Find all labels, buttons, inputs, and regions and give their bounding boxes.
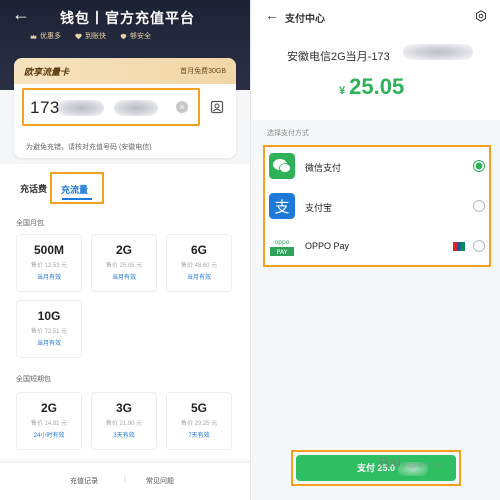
package-validity: 当月有效 (36, 275, 61, 281)
blurred-digits (114, 100, 158, 116)
order-description: 安徽电信2G当月-173 (287, 51, 390, 63)
alipay-icon: 支 (269, 193, 295, 219)
package-card[interactable]: 2G 售价 14.81 元 24小时有效 (16, 392, 82, 450)
wechat-pay-icon (269, 153, 295, 179)
payment-amount: ¥25.05 (339, 74, 404, 100)
package-price: 售价 25.05 元 (105, 263, 143, 269)
section-title: 全国短期包 (16, 376, 51, 383)
payment-option-alipay[interactable]: 支 支付宝 (265, 187, 489, 227)
phone-number: 173 (30, 98, 60, 117)
svg-text:PAY: PAY (277, 249, 288, 256)
package-size: 2G (115, 243, 132, 257)
page-title: 钱包丨官方充值平台 (60, 10, 195, 26)
back-arrow-icon[interactable]: ← (12, 4, 30, 25)
payment-page: ← 支付中心 安徽电信2G当月-173 ¥25.05 选择支付方式 微信支付 支… (250, 0, 500, 500)
settings-icon[interactable] (475, 10, 487, 22)
radio-selected[interactable] (473, 160, 485, 172)
phone-input[interactable]: 173 × (22, 88, 200, 126)
package-validity: 7天有效 (188, 433, 210, 439)
badge-safe: 够安全 (120, 31, 151, 41)
watermark-brand: Bai (379, 454, 401, 470)
package-card[interactable]: 6G 售价 48.60 元 当月有效 (166, 234, 232, 292)
package-size: 500M (33, 243, 65, 257)
payment-header: ← 支付中心 安徽电信2G当月-173 ¥25.05 (251, 0, 500, 120)
package-validity: 当月有效 (186, 275, 211, 281)
payment-option-name: OPPO Pay (305, 241, 350, 251)
footer-bar: 充值记录 | 常见问题 (0, 462, 250, 500)
heart-icon (75, 33, 82, 39)
package-price: 售价 12.53 元 (30, 263, 68, 269)
currency-symbol: ¥ (339, 85, 346, 97)
package-size: 3G (115, 401, 132, 415)
phone-card: 欧享流量卡 首月免费30GB 173 × 为避免充错，请核对充值号码 (安徽电信… (14, 58, 236, 158)
tab-label: 充流量 (61, 185, 89, 195)
unionpay-icon (453, 242, 465, 251)
back-arrow-icon[interactable]: ← (265, 7, 279, 23)
amount-value: 25.05 (349, 74, 405, 99)
blurred-digits (58, 100, 104, 116)
payment-option-oppo[interactable]: oppo PAY OPPO Pay (265, 227, 489, 267)
package-size: 6G (190, 243, 207, 257)
footer-divider: | (124, 476, 126, 483)
package-size: 5G (190, 401, 207, 415)
watermark: Bai jingyan.baidu (379, 454, 499, 470)
payment-option-name: 微信支付 (305, 163, 342, 173)
tab-data-traffic[interactable]: 充流量 (50, 172, 104, 204)
shield-icon (120, 33, 127, 39)
section-monthly: 全国月包 500M 售价 12.53 元 当月有效 2G 售价 25.05 元 … (0, 212, 250, 380)
package-validity: 3天有效 (113, 433, 135, 439)
package-card[interactable]: 2G 售价 25.05 元 当月有效 (91, 234, 157, 292)
package-size: 2G (40, 401, 57, 415)
radio-unselected[interactable] (473, 200, 485, 212)
oppo-pay-icon: oppo PAY (269, 233, 295, 259)
recharge-records-link[interactable]: 充值记录 (70, 476, 98, 486)
package-card[interactable]: 5G 售价 29.25 元 7天有效 (166, 392, 232, 450)
package-price: 售价 48.60 元 (180, 263, 218, 269)
package-card[interactable]: 3G 售价 21.90 元 3天有效 (91, 392, 157, 450)
badge-label: 优惠多 (40, 33, 61, 40)
payment-method-label: 选择支付方式 (267, 130, 309, 137)
badge-label: 到账快 (85, 33, 106, 40)
badge-fast: 到账快 (75, 31, 106, 41)
tab-underline (62, 198, 92, 200)
package-price: 售价 72.51 元 (30, 329, 68, 335)
card-name: 欧享流量卡 (24, 67, 70, 77)
package-card[interactable]: 10G 售价 72.51 元 当月有效 (16, 300, 82, 358)
badge-discount: 优惠多 (30, 31, 61, 41)
package-price: 售价 21.90 元 (105, 421, 143, 427)
package-validity: 当月有效 (111, 275, 136, 281)
contacts-icon[interactable] (210, 100, 224, 114)
page-title: 支付中心 (285, 14, 325, 25)
svg-text:支: 支 (274, 198, 289, 216)
package-validity: 当月有效 (36, 341, 61, 347)
badge-label: 够安全 (130, 33, 151, 40)
phone-hint: 为避免充错，请核对充值号码 (安徽电信) (26, 144, 152, 151)
clear-icon[interactable]: × (176, 101, 188, 113)
package-validity: 24小时有效 (33, 433, 65, 439)
svg-text:oppo: oppo (275, 239, 290, 246)
recharge-page: ← 钱包丨官方充值平台 优惠多 到账快 够安全 欧享流量卡 首月免费30GB 1… (0, 0, 250, 500)
section-title: 全国月包 (16, 220, 44, 227)
watermark-site: jingyan.baidu (402, 462, 445, 469)
card-banner[interactable]: 欧享流量卡 首月免费30GB (14, 58, 236, 84)
section-short: 全国短期包 2G 售价 14.81 元 24小时有效 3G 售价 21.90 元… (0, 368, 250, 460)
payment-option-wechat[interactable]: 微信支付 (265, 147, 489, 187)
card-promo: 首月免费30GB (180, 68, 226, 75)
blurred-digits (403, 44, 473, 60)
payment-option-name: 支付宝 (305, 203, 333, 213)
radio-unselected[interactable] (473, 240, 485, 252)
package-size: 10G (37, 309, 61, 323)
tab-phone-credit[interactable]: 充话费 (20, 182, 47, 195)
trust-badges: 优惠多 到账快 够安全 (30, 31, 230, 41)
package-price: 售价 29.25 元 (180, 421, 218, 427)
payment-method-list: 微信支付 支 支付宝 oppo PAY OPPO Pay (263, 145, 491, 267)
package-price: 售价 14.81 元 (30, 421, 68, 427)
faq-link[interactable]: 常见问题 (146, 476, 174, 486)
package-card[interactable]: 500M 售价 12.53 元 当月有效 (16, 234, 82, 292)
tab-bar: 充话费 充流量 (0, 164, 250, 212)
crown-icon (30, 33, 37, 39)
